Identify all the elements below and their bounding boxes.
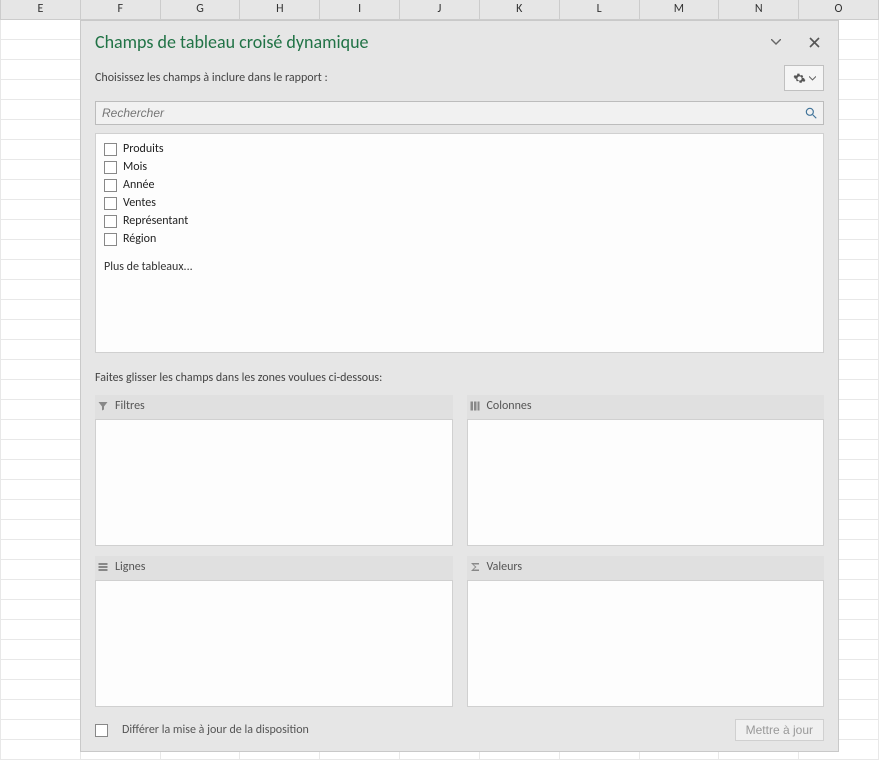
drag-instruction: Faites glisser les champs dans les zones… [95,371,824,385]
field-label: Produits [123,142,164,156]
column-header[interactable]: H [240,0,320,19]
field-item-mois[interactable]: Mois [104,158,815,176]
instruction-text: Choisissez les champs à inclure dans le … [95,71,784,85]
column-header[interactable]: L [560,0,640,19]
rows-icon [97,561,109,573]
panel-header: Champs de tableau croisé dynamique [95,31,824,53]
filters-drop-area[interactable] [95,419,453,546]
field-label: Année [123,178,155,192]
more-tables-link[interactable]: Plus de tableaux... [104,260,815,274]
search-icon [804,106,818,120]
checkbox[interactable] [104,197,117,210]
rows-section: Lignes [95,556,453,707]
column-header[interactable]: N [719,0,799,19]
panel-footer: Différer la mise à jour de la dispositio… [95,719,824,741]
columns-header: Colonnes [467,395,825,419]
checkbox[interactable] [104,143,117,156]
values-header: Valeurs [467,556,825,580]
column-header[interactable]: M [640,0,720,19]
pivot-fields-panel: Champs de tableau croisé dynamique Chois… [80,20,839,752]
values-section: Valeurs [467,556,825,707]
panel-options-dropdown[interactable] [766,32,786,52]
field-item-annee[interactable]: Année [104,176,815,194]
checkbox[interactable] [104,179,117,192]
column-header[interactable]: J [400,0,480,19]
filters-section: Filtres [95,395,453,546]
instruction-row: Choisissez les champs à inclure dans le … [95,65,824,91]
gear-icon [793,72,806,85]
update-button[interactable]: Mettre à jour [735,719,824,741]
search-button[interactable] [799,106,823,120]
columns-drop-area[interactable] [467,419,825,546]
column-header[interactable]: F [81,0,161,19]
field-label: Région [123,232,156,246]
close-panel-button[interactable] [804,32,824,52]
chevron-down-icon [809,76,816,81]
panel-title: Champs de tableau croisé dynamique [95,31,748,53]
drop-areas-grid: Filtres Colonnes L [95,395,824,707]
close-icon [809,37,820,48]
rows-drop-area[interactable] [95,580,453,707]
checkbox[interactable] [104,161,117,174]
filters-header: Filtres [95,395,453,419]
column-headers-row: E F G H I J K L M N O [0,0,879,20]
columns-label: Colonnes [487,399,532,413]
field-item-representant[interactable]: Représentant [104,212,815,230]
rows-label: Lignes [115,560,145,574]
search-input[interactable] [96,102,799,124]
columns-icon [469,400,481,412]
field-label: Ventes [123,196,156,210]
search-box[interactable] [95,101,824,125]
values-drop-area[interactable] [467,580,825,707]
checkbox[interactable] [104,233,117,246]
filters-label: Filtres [115,399,145,413]
rows-header: Lignes [95,556,453,580]
values-label: Valeurs [487,560,523,574]
column-header[interactable]: O [799,0,879,19]
column-header[interactable]: G [161,0,241,19]
sigma-icon [469,561,481,573]
columns-section: Colonnes [467,395,825,546]
checkbox[interactable] [104,215,117,228]
column-header[interactable]: I [320,0,400,19]
filter-icon [97,400,109,412]
fields-list: Produits Mois Année Ventes Représentant … [95,133,824,353]
defer-update-label: Différer la mise à jour de la dispositio… [122,723,727,737]
field-label: Mois [123,160,147,174]
chevron-down-icon [771,39,781,45]
defer-update-checkbox[interactable] [95,724,108,737]
field-item-produits[interactable]: Produits [104,140,815,158]
column-header[interactable]: E [0,0,81,19]
field-label: Représentant [123,214,188,228]
column-header[interactable]: K [480,0,560,19]
tools-dropdown-button[interactable] [784,65,824,91]
field-item-region[interactable]: Région [104,230,815,248]
field-item-ventes[interactable]: Ventes [104,194,815,212]
